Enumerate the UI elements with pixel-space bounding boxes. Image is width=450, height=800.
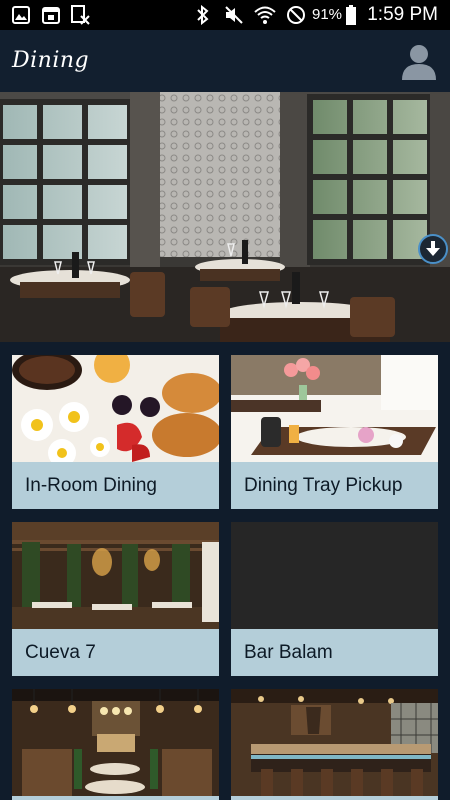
- arrow-down-icon: [426, 241, 440, 256]
- tile-label: In-Room Dining: [25, 475, 157, 496]
- garden-restaurant-image: [12, 522, 219, 629]
- restaurant-chandeliers-image: [12, 689, 219, 796]
- tile-cueva-7[interactable]: Cueva 7: [12, 522, 219, 676]
- tile-label: Bar Balam: [244, 642, 333, 663]
- tile-label: Cueva 7: [25, 642, 96, 663]
- tile-bar-balam[interactable]: Bar Balam: [231, 522, 438, 676]
- sim-card-off-icon: [70, 5, 90, 25]
- scroll-down-button[interactable]: [418, 234, 448, 264]
- page-title: Dining: [12, 48, 90, 73]
- calendar-icon: [42, 6, 60, 24]
- breakfast-image: [12, 355, 219, 462]
- hero-image: [0, 92, 450, 342]
- tile-dining-tray-pickup[interactable]: Dining Tray Pickup: [231, 355, 438, 509]
- restaurant-dining-room-image: [0, 92, 450, 342]
- image-icon: [12, 6, 30, 24]
- room-service-tray-image: [231, 355, 438, 462]
- clock: 1:59 PM: [367, 4, 438, 25]
- do-not-disturb-icon: [286, 6, 306, 24]
- battery-icon: [346, 5, 356, 25]
- mute-icon: [224, 6, 244, 24]
- bar-balam-image-placeholder: [231, 522, 438, 629]
- status-bar: 91% 1:59 PM: [0, 0, 450, 30]
- battery-level: 91%: [312, 6, 343, 23]
- wifi-icon: [254, 6, 276, 24]
- user-profile-icon[interactable]: [400, 42, 438, 80]
- bluetooth-icon: [196, 5, 210, 25]
- tile-in-room-dining[interactable]: In-Room Dining: [12, 355, 219, 509]
- app-header: Dining: [0, 30, 450, 92]
- bar-stools-image: [231, 689, 438, 796]
- tile-restaurant-6[interactable]: [231, 689, 438, 800]
- tile-label: Dining Tray Pickup: [244, 475, 403, 496]
- tile-restaurant-5[interactable]: [12, 689, 219, 800]
